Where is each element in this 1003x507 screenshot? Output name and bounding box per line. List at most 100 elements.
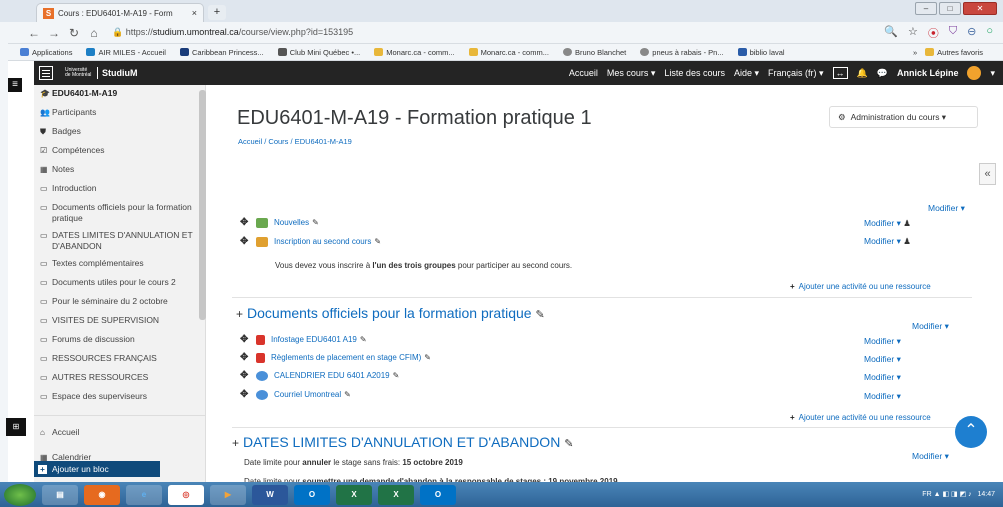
move-icon[interactable]: ✥ <box>240 389 256 400</box>
taskbar-ie-icon[interactable]: e <box>126 484 162 505</box>
activity-link[interactable]: Inscription au second cours <box>274 237 371 246</box>
edit-icon[interactable]: ✎ <box>360 335 367 344</box>
section-modifier-menu[interactable]: Modifier ▾ <box>912 451 949 462</box>
zoom-icon[interactable]: 🔍 <box>884 25 898 41</box>
section-modifier-menu[interactable]: Modifier ▾ <box>912 321 949 332</box>
sidebar-item-introduction[interactable]: ▭ Introduction <box>34 180 205 199</box>
section-title-documents[interactable]: + Documents officiels pour la formation p… <box>236 305 545 321</box>
site-logo[interactable]: Université de Montréal StudiuM <box>65 67 138 79</box>
move-icon[interactable]: ✥ <box>240 334 256 345</box>
taskbar-outlook2-icon[interactable]: O <box>420 484 456 505</box>
activity-infostage[interactable]: ✥ Infostage EDU6401 A19 ✎ <box>240 334 367 345</box>
nav-aide[interactable]: Aide ▾ <box>734 68 759 79</box>
user-menu-chevron-icon[interactable]: ▾ <box>990 68 995 79</box>
edit-icon[interactable]: ✎ <box>344 390 351 399</box>
edit-icon[interactable]: ✎ <box>393 371 400 380</box>
edit-icon[interactable]: ✎ <box>312 218 319 227</box>
collapse-drawer-icon[interactable]: « <box>979 163 996 185</box>
sidebar-item-autres-ressources[interactable]: ▭ AUTRES RESSOURCES <box>34 369 205 388</box>
scroll-top-button[interactable]: ⌃ <box>955 416 987 448</box>
bookmark-club-mini[interactable]: Club Mini Québec •... <box>277 48 360 57</box>
sidebar-item-documents-utiles[interactable]: ▭ Documents utiles pour le cours 2 <box>34 274 205 293</box>
edit-icon[interactable]: ✎ <box>424 353 431 362</box>
activity-reglements[interactable]: ✥ Règlements de placement en stage CFIM)… <box>240 352 431 363</box>
activity-modifier-menu[interactable]: Modifier ▾ <box>864 354 901 365</box>
sidebar-item-participants[interactable]: 👥 Participants <box>34 104 205 123</box>
activity-modifier-menu[interactable]: Modifier ▾ ♟ <box>864 218 911 229</box>
activity-modifier-menu[interactable]: Modifier ▾ <box>864 372 901 383</box>
activity-link[interactable]: Règlements de placement en stage CFIM) <box>271 353 421 362</box>
sidebar-item-forums[interactable]: ▭ Forums de discussion <box>34 331 205 350</box>
activity-calendrier[interactable]: ✥ CALENDRIER EDU 6401 A2019 ✎ <box>240 370 399 381</box>
edit-icon[interactable]: ✎ <box>564 438 573 450</box>
sidebar-item-ressources-francais[interactable]: ▭ RESSOURCES FRANÇAIS <box>34 350 205 369</box>
taskbar-excel-icon[interactable]: X <box>336 484 372 505</box>
taskbar-excel2-icon[interactable]: X <box>378 484 414 505</box>
close-tab-icon[interactable]: × <box>192 8 197 18</box>
sidebar-item-course[interactable]: 🎓 EDU6401-M-A19 <box>34 85 205 104</box>
add-activity-link[interactable]: + Ajouter une activité ou une ressource <box>790 413 931 422</box>
avatar[interactable] <box>967 66 982 80</box>
sidebar-item-accueil[interactable]: ⌂ Accueil <box>34 424 205 443</box>
activity-modifier-menu[interactable]: Modifier ▾ <box>864 336 901 347</box>
section-modifier-menu[interactable]: Modifier ▾ <box>928 203 965 214</box>
taskbar-media-icon[interactable]: ▶ <box>210 484 246 505</box>
taskbar-word-icon[interactable]: W <box>252 484 288 505</box>
maximize-button[interactable]: □ <box>939 2 961 15</box>
breadcrumb[interactable]: Accueil / Cours / EDU6401-M-A19 <box>238 137 352 146</box>
reload-icon[interactable]: ↻ <box>68 26 80 40</box>
sidebar-scrollbar[interactable] <box>199 90 206 320</box>
sidebar-item-badges[interactable]: ⛊ Badges <box>34 123 205 142</box>
system-tray[interactable]: FR ▲ ◧ ◨ ◩ ♪ 14:47 <box>922 491 995 499</box>
sidebar-item-textes[interactable]: ▭ Textes complémentaires <box>34 255 205 274</box>
edit-mode-icon[interactable]: ↔ <box>832 67 848 79</box>
taskbar-explorer-icon[interactable]: ▤ <box>42 484 78 505</box>
windows-flag-icon[interactable]: ⊞ <box>6 418 26 436</box>
add-block-button[interactable]: + Ajouter un bloc <box>34 461 160 477</box>
edit-icon[interactable]: ✎ <box>374 237 381 246</box>
sidebar-item-seminaire[interactable]: ▭ Pour le séminaire du 2 octobre <box>34 293 205 312</box>
new-tab-button[interactable]: + <box>208 5 226 20</box>
bookmark-other[interactable]: Autres favoris <box>925 48 983 57</box>
nav-mes-cours[interactable]: Mes cours ▾ <box>607 68 656 79</box>
activity-link[interactable]: Courriel Umontreal <box>274 390 341 399</box>
taskbar-outlook-icon[interactable]: O <box>294 484 330 505</box>
taskbar-firefox-icon[interactable]: ◉ <box>84 484 120 505</box>
messages-icon[interactable]: 💬 <box>877 68 888 79</box>
move-icon[interactable]: ✥ <box>240 370 256 381</box>
sidebar-item-notes[interactable]: ▦ Notes <box>34 161 205 180</box>
star-icon[interactable]: ☆ <box>908 25 918 41</box>
person-icon[interactable]: ♟ <box>903 218 911 228</box>
move-icon[interactable]: + <box>232 436 239 450</box>
activity-modifier-menu[interactable]: Modifier ▾ <box>864 391 901 402</box>
activity-link[interactable]: CALENDRIER EDU 6401 A2019 <box>274 371 390 380</box>
activity-link[interactable]: Infostage EDU6401 A19 <box>271 335 357 344</box>
forward-icon[interactable]: → <box>48 26 60 40</box>
side-menu-icon[interactable]: ≡ <box>8 78 22 92</box>
course-admin-button[interactable]: ⚙ Administration du cours ▾ <box>829 106 978 128</box>
sidebar-item-documents-officiels[interactable]: ▭ Documents officiels pour la formation p… <box>34 199 205 227</box>
pinterest-icon[interactable]: ⦿ <box>928 25 939 41</box>
bookmark-bruno[interactable]: Bruno Blanchet <box>562 48 626 57</box>
bookmark-monarc-1[interactable]: Monarc.ca - comm... <box>374 48 455 57</box>
move-icon[interactable]: + <box>236 307 243 321</box>
activity-modifier-menu[interactable]: Modifier ▾ ♟ <box>864 236 911 247</box>
sidebar-item-espace-superviseurs[interactable]: ▭ Espace des superviseurs <box>34 388 205 407</box>
taskbar-chrome-icon[interactable]: ◎ <box>168 484 204 505</box>
drawer-toggle-icon[interactable] <box>39 66 53 80</box>
activity-link[interactable]: Nouvelles <box>274 218 309 227</box>
activity-inscription[interactable]: ✥ Inscription au second cours ✎ <box>240 236 381 247</box>
start-button[interactable] <box>4 483 36 506</box>
bookmark-apps[interactable]: Applications <box>20 48 72 57</box>
move-icon[interactable]: ✥ <box>240 236 256 247</box>
grammarly-icon[interactable]: ○ <box>986 25 993 41</box>
user-name[interactable]: Annick Lépine <box>897 68 959 78</box>
url-field[interactable]: 🔒 https://studium.umontreal.ca/course/vi… <box>112 27 353 38</box>
bookmark-caribbean[interactable]: Caribbean Princess... <box>179 48 264 57</box>
nav-liste-cours[interactable]: Liste des cours <box>664 68 725 78</box>
notifications-icon[interactable]: 🔔 <box>857 68 868 79</box>
back-icon[interactable]: ← <box>28 26 40 40</box>
sidebar-item-dates-limites[interactable]: ▭ DATES LIMITES D'ANNULATION ET D'ABANDON <box>34 227 205 255</box>
nav-language[interactable]: Français (fr) ▾ <box>768 68 824 79</box>
add-activity-link[interactable]: + Ajouter une activité ou une ressource <box>790 282 931 291</box>
